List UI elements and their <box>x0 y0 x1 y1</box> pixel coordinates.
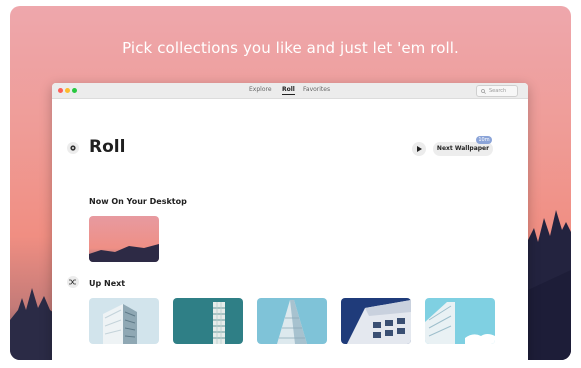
settings-button[interactable] <box>67 142 79 154</box>
up-next-thumbnail[interactable] <box>173 298 243 344</box>
search-input[interactable]: Search <box>476 85 518 97</box>
up-next-thumbnail[interactable] <box>257 298 327 344</box>
gear-icon <box>70 145 76 151</box>
search-placeholder: Search <box>489 88 507 94</box>
now-on-desktop-label: Now On Your Desktop <box>89 197 187 206</box>
up-next-thumbnail[interactable] <box>425 298 495 344</box>
play-button[interactable] <box>412 142 426 156</box>
app-window: Explore Roll Favorites Search Roll Next … <box>52 83 528 360</box>
tab-favorites[interactable]: Favorites <box>303 86 330 93</box>
close-window-button[interactable] <box>58 88 63 93</box>
shuffle-button[interactable] <box>67 276 79 288</box>
play-icon <box>417 146 422 152</box>
minimize-window-button[interactable] <box>65 88 70 93</box>
shuffle-icon <box>69 279 76 285</box>
tab-explore[interactable]: Explore <box>249 86 272 93</box>
up-next-label: Up Next <box>89 279 126 288</box>
search-icon <box>481 89 486 94</box>
timer-badge: 10m <box>476 136 492 144</box>
up-next-thumbnail[interactable] <box>341 298 411 344</box>
promo-background: Pick collections you like and just let '… <box>10 6 571 360</box>
next-wallpaper-button[interactable]: Next Wallpaper <box>433 142 493 156</box>
headline: Pick collections you like and just let '… <box>122 39 459 57</box>
page-title: Roll <box>89 137 126 157</box>
up-next-thumbnail[interactable] <box>89 298 159 344</box>
tab-roll[interactable]: Roll <box>282 86 295 95</box>
zoom-window-button[interactable] <box>72 88 77 93</box>
title-bar: Explore Roll Favorites Search <box>52 83 528 99</box>
current-wallpaper[interactable] <box>89 216 159 262</box>
